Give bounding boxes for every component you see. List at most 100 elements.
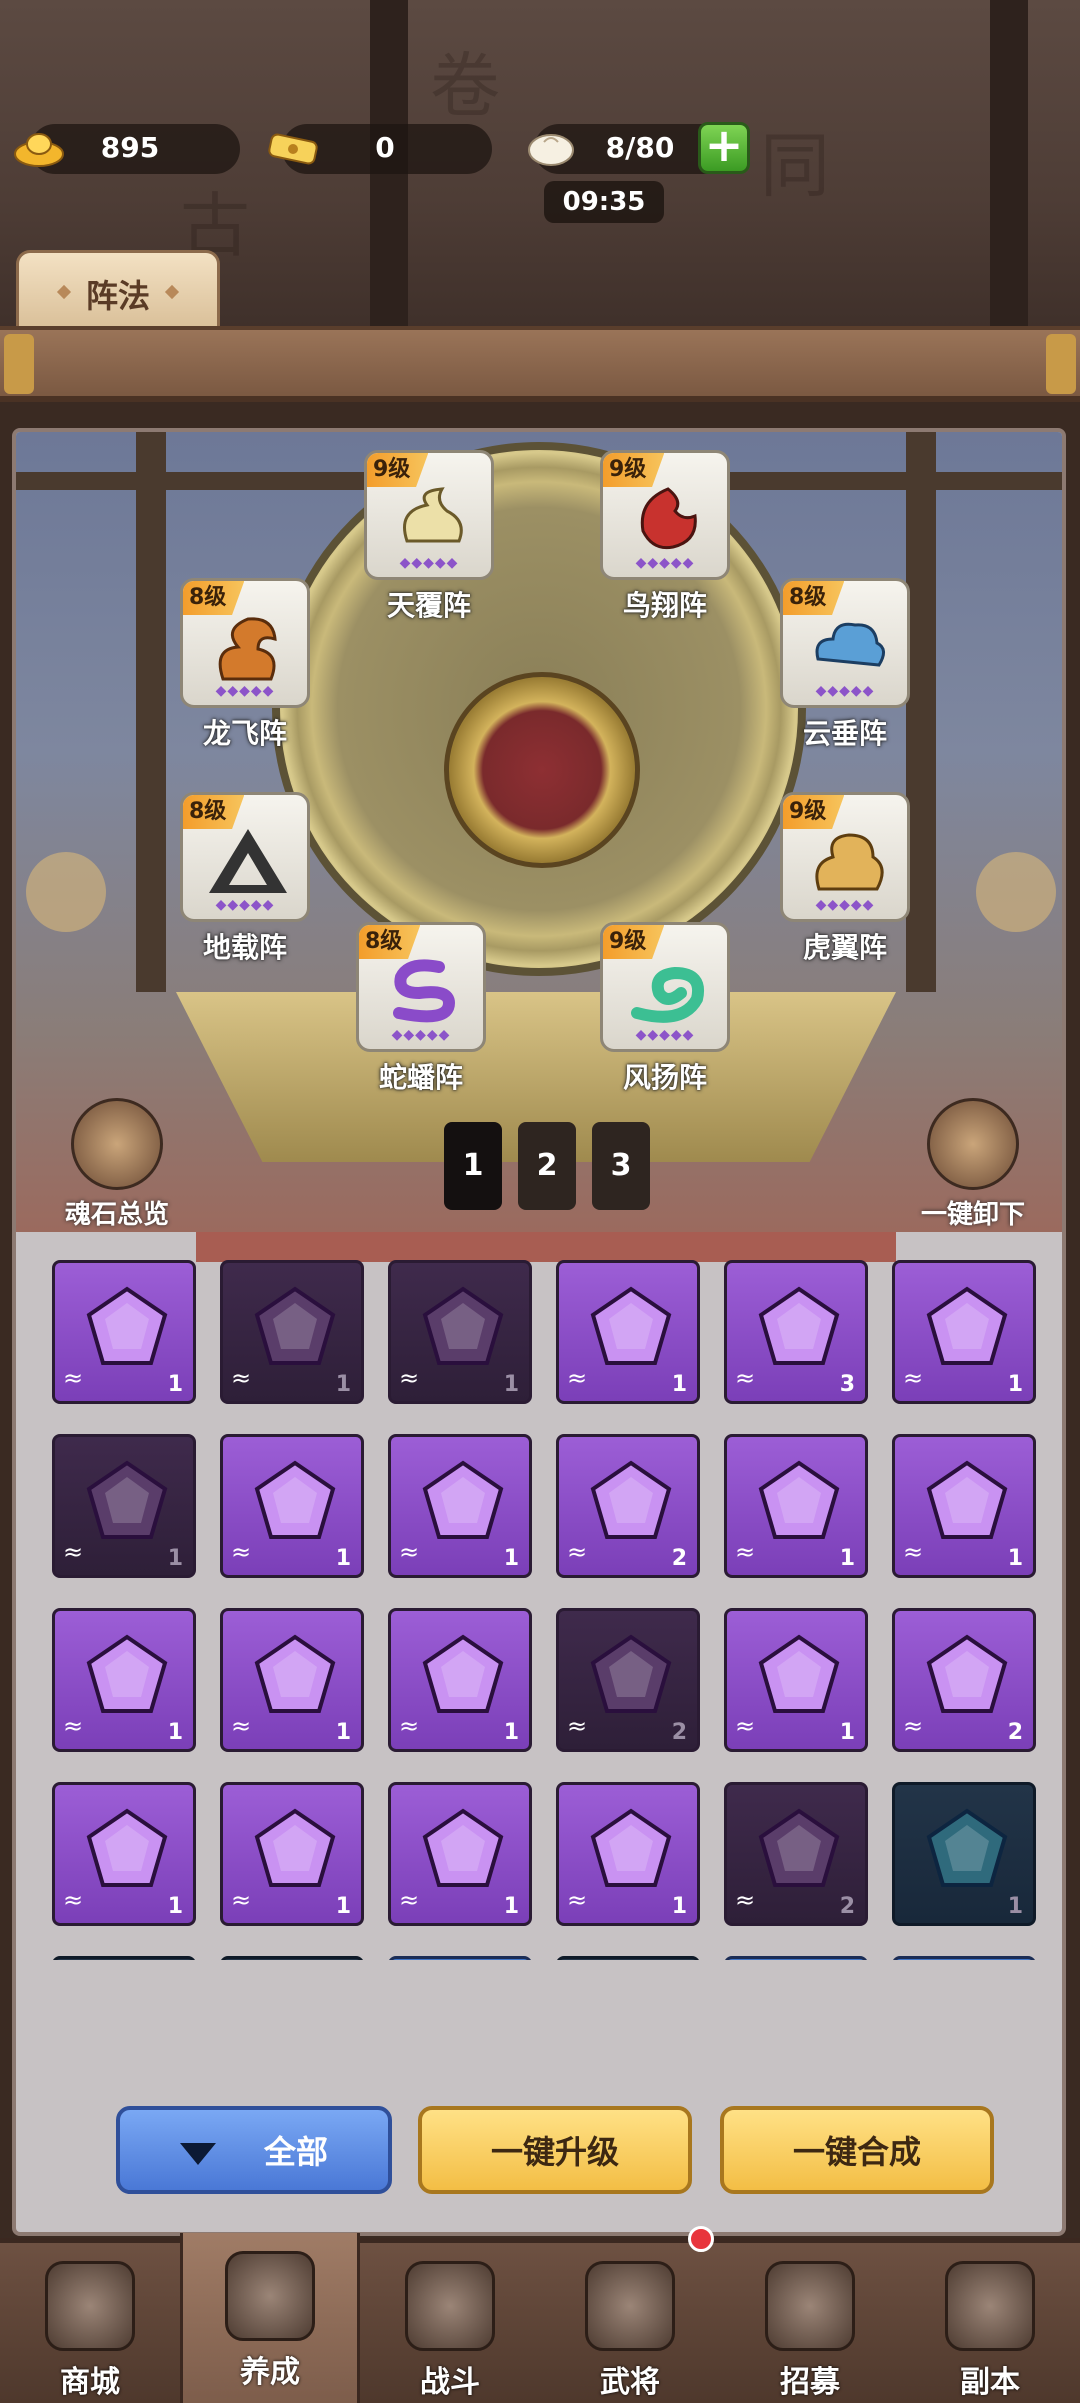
soulstone-slot[interactable]: ≈1 — [556, 1260, 700, 1404]
shop-icon — [45, 2261, 135, 2351]
formation-mark-icon: ≈ — [63, 1712, 84, 1740]
formation-mark-icon: ≈ — [567, 1886, 588, 1914]
soulstone-slot[interactable]: ≈1 — [388, 1608, 532, 1752]
soulstone-slot[interactable]: ≈1 — [388, 1782, 532, 1926]
tab-formation[interactable]: 阵法 — [16, 250, 220, 330]
soulstone-slot[interactable]: ≈1 — [724, 1434, 868, 1578]
filter-all-button[interactable]: 全部 — [116, 2106, 392, 2194]
soulstone-count: 1 — [671, 1894, 687, 1919]
soulstone-slot[interactable]: ≈1 — [220, 1434, 364, 1578]
formation-card: 9级 ◆◆◆◆◆ — [600, 922, 730, 1052]
nav-recruit[interactable]: 招募 — [720, 2243, 900, 2403]
upgrade-all-button[interactable]: 一键升级 — [418, 2106, 692, 2194]
soulstone-slot[interactable]: ≈2 — [556, 1434, 700, 1578]
star-dots: ◆◆◆◆◆ — [215, 683, 275, 699]
soulstone-slot[interactable]: ≈1 — [892, 1260, 1036, 1404]
nav-label: 战斗 — [420, 2365, 480, 2400]
formation-mark-icon: ≈ — [231, 1712, 252, 1740]
soulstone-slot[interactable]: ≈1 — [556, 1782, 700, 1926]
growth-icon — [225, 2251, 315, 2341]
formation-mark-icon: ≈ — [567, 1538, 588, 1566]
nav-battle[interactable]: 战斗 — [360, 2243, 540, 2403]
nav-label: 招募 — [780, 2365, 840, 2400]
soulstone-slot[interactable]: ≈1 — [220, 1260, 364, 1404]
nav-growth[interactable]: 养成 — [180, 2233, 360, 2403]
purple-gem-icon — [758, 1286, 840, 1365]
soulstone-slot[interactable]: ≈1 — [52, 1260, 196, 1404]
bun-icon — [528, 134, 574, 166]
merge-all-button[interactable]: 一键合成 — [720, 2106, 994, 2194]
soulstone-slot[interactable] — [724, 1956, 868, 1960]
soulstone-slot[interactable] — [892, 1956, 1036, 1960]
purple-gem-icon — [590, 1460, 672, 1539]
purple-gem-icon — [254, 1460, 336, 1539]
formation-name: 龙飞阵 — [202, 717, 287, 750]
soulstone-slot[interactable]: ≈1 — [52, 1782, 196, 1926]
page-tab-2[interactable]: 2 — [518, 1122, 576, 1210]
soulstone-slot[interactable]: ≈1 — [52, 1608, 196, 1752]
formation-mark-icon: ≈ — [735, 1712, 756, 1740]
soulstone-overview-button[interactable]: 魂石总览 — [42, 1098, 192, 1231]
formation-yunchui[interactable]: 8级 ◆◆◆◆◆ 云垂阵 — [780, 578, 910, 752]
soulstone-slot[interactable]: ≈2 — [556, 1608, 700, 1752]
formation-niaoxiang[interactable]: 9级 ◆◆◆◆◆ 鸟翔阵 — [600, 450, 730, 624]
page-tabs: 1 2 3 — [444, 1122, 650, 1210]
gold-ingot-icon — [14, 133, 64, 167]
soulstone-count: 1 — [503, 1894, 519, 1919]
purple-gem-icon — [86, 1460, 168, 1539]
formation-shepan[interactable]: 8级 ◆◆◆◆◆ 蛇蟠阵 — [356, 922, 486, 1096]
purple-gem-icon — [758, 1634, 840, 1713]
formation-mark-icon: ≈ — [735, 1886, 756, 1914]
formation-fengyang[interactable]: 9级 ◆◆◆◆◆ 风扬阵 — [600, 922, 730, 1096]
soulstone-slot[interactable] — [388, 1956, 532, 1960]
soulstone-slot[interactable]: ≈1 — [220, 1608, 364, 1752]
soulstone-slot[interactable]: ≈1 — [388, 1434, 532, 1578]
nav-shop[interactable]: 商城 — [0, 2243, 180, 2403]
formation-longfei[interactable]: 8级 ◆◆◆◆◆ 龙飞阵 — [180, 578, 310, 752]
scene-pillar — [136, 432, 166, 992]
tab-formation-label: 阵法 — [85, 277, 150, 315]
flower-decor — [26, 852, 106, 932]
soulstone-slot[interactable]: ≈3 — [724, 1260, 868, 1404]
add-stamina-button[interactable]: + — [698, 122, 750, 174]
formation-mark-icon: ≈ — [903, 1712, 924, 1740]
formation-mark-icon: ≈ — [231, 1364, 252, 1392]
purple-gem-icon — [926, 1286, 1008, 1365]
soulstone-slot[interactable] — [556, 1956, 700, 1960]
soulstone-slot[interactable]: ≈1 — [388, 1260, 532, 1404]
formation-mark-icon: ≈ — [567, 1712, 588, 1740]
formation-core[interactable] — [444, 672, 640, 868]
purple-gem-icon — [86, 1634, 168, 1713]
page-tab-3[interactable]: 3 — [592, 1122, 650, 1210]
soulstone-count: 1 — [839, 1720, 855, 1745]
nav-label: 商城 — [60, 2365, 120, 2400]
soulstone-slot[interactable]: ≈1 — [52, 1434, 196, 1578]
soulstone-slot[interactable] — [52, 1956, 196, 1960]
soulstone-slot[interactable]: ≈2 — [892, 1608, 1036, 1752]
nav-general[interactable]: 武将 — [540, 2243, 720, 2403]
unequip-all-button[interactable]: 一键卸下 — [898, 1098, 1048, 1231]
soulstone-count: 1 — [671, 1372, 687, 1397]
general-icon — [585, 2261, 675, 2351]
pedestal-base — [196, 1232, 896, 1262]
soulstone-count: 1 — [1007, 1894, 1023, 1919]
triangle-down-icon — [179, 2143, 216, 2165]
formation-tianfu[interactable]: 9级 ◆◆◆◆◆ 天覆阵 — [364, 450, 494, 624]
purple-gem-icon — [758, 1808, 840, 1887]
page-tab-1[interactable]: 1 — [444, 1122, 502, 1210]
formation-dizai[interactable]: 8级 ◆◆◆◆◆ 地载阵 — [180, 792, 310, 966]
purple-gem-icon — [590, 1808, 672, 1887]
soulstone-slot[interactable]: 1 — [892, 1782, 1036, 1926]
formation-mark-icon: ≈ — [63, 1364, 84, 1392]
stamina-value: 8/80 — [605, 131, 675, 164]
soulstone-slot[interactable]: ≈1 — [892, 1434, 1036, 1578]
soulstone-slot[interactable]: ≈1 — [220, 1782, 364, 1926]
soulstone-slot[interactable] — [220, 1956, 364, 1960]
star-dots: ◆◆◆◆◆ — [635, 555, 695, 571]
soulstone-slot[interactable]: ≈2 — [724, 1782, 868, 1926]
formation-huyi[interactable]: 9级 ◆◆◆◆◆ 虎翼阵 — [780, 792, 910, 966]
notification-badge — [688, 2226, 714, 2252]
soulstone-slot[interactable]: ≈1 — [724, 1608, 868, 1752]
soulstone-grid: ≈1 ≈1 ≈1 ≈1 ≈3 ≈1 ≈1 ≈1 ≈1 ≈2 ≈1 ≈1 ≈1 ≈1 ≈1 ≈2 ≈1 ≈2 ≈1 ≈1… — [52, 1260, 1052, 1960]
nav-dungeon[interactable]: 副本 — [900, 2243, 1080, 2403]
